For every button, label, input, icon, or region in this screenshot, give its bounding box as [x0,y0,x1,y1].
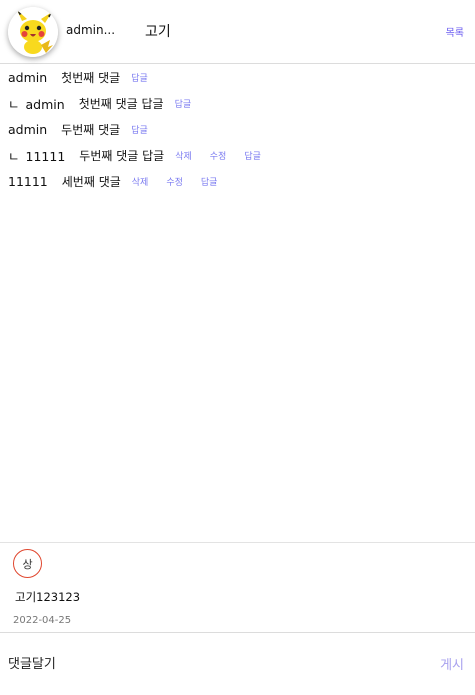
comment-text: 첫번째 댓글 [61,70,121,85]
post-header: admin... 고기 목록 [0,0,475,64]
comment-text: 두번째 댓글 [61,122,121,137]
post-author: admin... [66,23,116,37]
post-comment-button[interactable]: 게시 [440,654,464,673]
comment-text: 두번째 댓글 답글 [79,148,165,163]
pikachu-avatar-icon [8,7,58,57]
post-body: 상 고기123123 2022-04-25 [0,542,475,632]
comment-reply-row: ㄴ 11111 두번째 댓글 답글 삭제 수정 답글 [0,142,475,168]
reply-button[interactable]: 답글 [175,97,192,110]
comment-text: 세번째 댓글 [61,174,121,189]
comment-input-bar: 게시 [0,632,475,695]
comment-author: 11111 [8,173,48,189]
comment-row: admin 첫번째 댓글 답글 [0,64,475,90]
reply-indicator-icon: ㄴ [8,148,20,164]
comment-row: 11111 세번째 댓글 삭제 수정 답글 [0,168,475,194]
comment-list: admin 첫번째 댓글 답글 ㄴ admin 첫번째 댓글 답글 답글 admi… [0,64,475,194]
post-title: 고기 [145,24,171,40]
reply-button[interactable]: 답글 [201,175,218,188]
post-date: 2022-04-25 [13,615,72,626]
edit-button[interactable]: 수정 [166,175,183,188]
comment-row: admin 두번째 댓글 답글 [0,116,475,142]
delete-button[interactable]: 삭제 [132,175,149,188]
comment-author: admin [8,121,48,137]
comment-author: admin [8,69,48,85]
comment-reply-row: ㄴ admin 첫번째 댓글 답글 답글 [0,90,475,116]
reply-button[interactable]: 답글 [131,123,148,136]
reply-indicator-icon: ㄴ [8,96,20,112]
comment-input[interactable] [0,647,420,681]
reply-button[interactable]: 답글 [244,149,261,162]
edit-button[interactable]: 수정 [210,149,227,162]
comment-text: 첫번째 댓글 답글 [78,96,164,111]
list-button[interactable]: 목록 [446,24,464,39]
reply-button[interactable]: 답글 [131,71,148,84]
grade-badge: 상 [13,549,42,578]
comment-author: ㄴ admin [8,96,65,112]
comment-author: ㄴ 11111 [8,148,66,164]
delete-button[interactable]: 삭제 [175,149,192,162]
author-avatar[interactable] [8,7,58,57]
post-content: 고기123123 [15,590,81,604]
